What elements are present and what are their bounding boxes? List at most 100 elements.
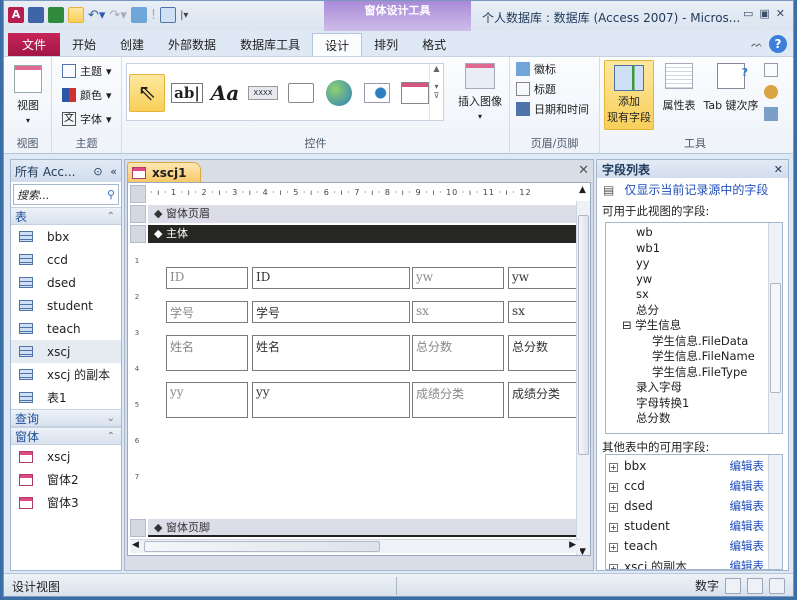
gallery-scroll[interactable]: ▲ ▾ ⊽ bbox=[429, 64, 443, 120]
expand-icon[interactable]: + bbox=[609, 503, 618, 512]
datasheet-icon[interactable] bbox=[160, 7, 177, 23]
nav-pane-header[interactable]: 所有 Acc... ⊙ « bbox=[11, 160, 121, 182]
textbox-yw[interactable]: yw bbox=[508, 267, 582, 289]
nav-item-form[interactable]: 窗体2 bbox=[11, 468, 121, 491]
close-field-list-icon[interactable]: ✕ bbox=[774, 163, 783, 176]
textbox-grade-category[interactable]: 成绩分类 bbox=[508, 382, 582, 418]
show-only-current-fields-link[interactable]: ▤ 仅显示当前记录源中的字段 bbox=[597, 178, 788, 201]
label-yy[interactable]: yy bbox=[166, 382, 248, 418]
undo-icon[interactable]: ↶▾ bbox=[88, 8, 105, 23]
run-icon[interactable]: ! bbox=[151, 8, 156, 23]
layout-view-button[interactable] bbox=[747, 577, 763, 594]
other-table-item[interactable]: + bbx 编辑表 bbox=[606, 456, 782, 476]
field-list-item[interactable]: 字母转换1 bbox=[606, 396, 782, 412]
horizontal-ruler[interactable]: · ı · 1 · ı · 2 · ı · 3 · ı · 4 · ı · 5 … bbox=[150, 185, 580, 201]
textbox-sx[interactable]: sx bbox=[508, 301, 582, 323]
relationship-icon[interactable] bbox=[764, 85, 778, 99]
edit-table-link[interactable]: 编辑表 bbox=[730, 458, 765, 474]
nav-category-queries[interactable]: 查询 ⌄ bbox=[11, 409, 121, 427]
nav-item-table[interactable]: 表1 bbox=[11, 386, 121, 409]
scroll-left-icon[interactable]: ◀ bbox=[132, 540, 139, 550]
tab-format[interactable]: 格式 bbox=[410, 33, 458, 57]
textbox-total-score[interactable]: 总分数 bbox=[508, 335, 582, 371]
other-table-item[interactable]: + xscj 的副本 编辑表 bbox=[606, 556, 782, 569]
title-button[interactable]: 标题 bbox=[516, 81, 556, 97]
header-section-selector[interactable] bbox=[130, 205, 146, 223]
expand-icon[interactable]: + bbox=[609, 463, 618, 472]
convert-macros-icon[interactable] bbox=[764, 107, 778, 121]
edit-table-link[interactable]: 编辑表 bbox=[730, 498, 765, 514]
design-view-icon[interactable] bbox=[68, 7, 84, 23]
excel-export-icon[interactable] bbox=[48, 7, 64, 23]
label-name[interactable]: 姓名 bbox=[166, 335, 248, 371]
horizontal-scrollbar[interactable]: ◀ ▶ bbox=[130, 539, 580, 553]
button-control-icon[interactable]: XXXX bbox=[245, 74, 281, 112]
field-list-item[interactable]: 录入字母 bbox=[606, 380, 782, 396]
edit-table-link[interactable]: 编辑表 bbox=[730, 538, 765, 554]
form-header-section[interactable]: ◆ 窗体页眉 bbox=[148, 205, 580, 223]
document-tab[interactable]: xscj1 bbox=[127, 162, 202, 182]
label-id[interactable]: ID bbox=[166, 267, 248, 289]
edit-table-link[interactable]: 编辑表 bbox=[730, 518, 765, 534]
footer-section-selector[interactable] bbox=[130, 519, 146, 537]
nav-item-table[interactable]: ccd bbox=[11, 248, 121, 271]
label-student-id[interactable]: 学号 bbox=[166, 301, 248, 323]
field-list-item[interactable]: 总分数 bbox=[606, 411, 782, 427]
textbox-control-icon[interactable]: ab| bbox=[169, 74, 205, 112]
other-table-item[interactable]: + ccd 编辑表 bbox=[606, 476, 782, 496]
other-table-item[interactable]: + dsed 编辑表 bbox=[606, 496, 782, 516]
expand-icon[interactable]: + bbox=[609, 523, 618, 532]
label-control-icon[interactable]: Aa bbox=[207, 74, 243, 112]
tab-database-tools[interactable]: 数据库工具 bbox=[228, 33, 312, 57]
tab-arrange[interactable]: 排列 bbox=[362, 33, 410, 57]
nav-dropdown-icon[interactable]: ⊙ bbox=[93, 165, 102, 178]
nav-item-table[interactable]: teach bbox=[11, 317, 121, 340]
close-button[interactable]: ✕ bbox=[776, 7, 785, 20]
form-selector[interactable] bbox=[130, 185, 146, 203]
form-view-button[interactable] bbox=[725, 577, 741, 594]
colors-button[interactable]: 颜色 ▾ bbox=[62, 87, 112, 103]
textbox-student-id[interactable]: 学号 bbox=[252, 301, 410, 323]
theme-button[interactable]: 主题 ▾ bbox=[62, 63, 112, 79]
edit-table-link[interactable]: 编辑表 bbox=[730, 558, 765, 569]
edit-table-link[interactable]: 编辑表 bbox=[730, 478, 765, 494]
label-sx[interactable]: sx bbox=[412, 301, 504, 323]
field-list-item[interactable]: wb bbox=[606, 225, 782, 241]
field-list-item[interactable]: wb1 bbox=[606, 241, 782, 257]
nav-item-form[interactable]: 窗体3 bbox=[11, 491, 121, 514]
other-table-item[interactable]: + student 编辑表 bbox=[606, 516, 782, 536]
nav-search-input[interactable]: 搜索... ⚲ bbox=[13, 184, 119, 205]
field-list-item[interactable]: sx bbox=[606, 287, 782, 303]
field-list-item[interactable]: 学生信息.FileName bbox=[606, 349, 782, 365]
nav-item-table[interactable]: dsed bbox=[11, 271, 121, 294]
field-list-item[interactable]: 学生信息.FileData bbox=[606, 334, 782, 350]
hyperlink-control-icon[interactable] bbox=[321, 74, 357, 112]
scroll-right-icon[interactable]: ▶ bbox=[569, 540, 576, 550]
collapse-nav-icon[interactable]: « bbox=[110, 165, 117, 178]
view-button[interactable]: 视图 ▾ bbox=[10, 65, 46, 126]
insert-image-button[interactable]: 插入图像 ▾ bbox=[456, 63, 504, 122]
nav-category-forms[interactable]: 窗体 ⌃ bbox=[11, 427, 121, 445]
field-list-item[interactable]: yy bbox=[606, 256, 782, 272]
scroll-down-icon[interactable]: ▼ bbox=[579, 547, 586, 557]
tab-home[interactable]: 开始 bbox=[60, 33, 108, 57]
tab-create[interactable]: 创建 bbox=[108, 33, 156, 57]
field-list-item[interactable]: 学生信息.FileType bbox=[606, 365, 782, 381]
expand-icon[interactable]: + bbox=[609, 543, 618, 552]
access-logo-icon[interactable]: A bbox=[8, 7, 24, 23]
date-time-button[interactable]: 日期和时间 bbox=[516, 101, 589, 117]
field-list-scrollbar[interactable] bbox=[768, 223, 782, 433]
form-footer-section[interactable]: ◆ 窗体页脚 bbox=[148, 519, 580, 537]
vertical-ruler[interactable]: 1 2 3 4 5 6 7 bbox=[130, 243, 144, 543]
body-section-selector[interactable] bbox=[130, 225, 146, 243]
nav-item-form[interactable]: xscj bbox=[11, 445, 121, 468]
add-existing-fields-button[interactable]: 添加 现有字段 bbox=[604, 60, 654, 130]
collapse-icon[interactable]: ⊟ bbox=[622, 318, 635, 332]
field-list-item[interactable]: ⊟ 学生信息 bbox=[606, 318, 782, 334]
label-total-score[interactable]: 总分数 bbox=[412, 335, 504, 371]
design-view-button[interactable] bbox=[769, 577, 785, 594]
expand-icon[interactable]: + bbox=[609, 563, 618, 569]
tab-external-data[interactable]: 外部数据 bbox=[156, 33, 228, 57]
other-table-item[interactable]: + teach 编辑表 bbox=[606, 536, 782, 556]
redo-icon[interactable]: ↷▾ bbox=[109, 8, 126, 23]
